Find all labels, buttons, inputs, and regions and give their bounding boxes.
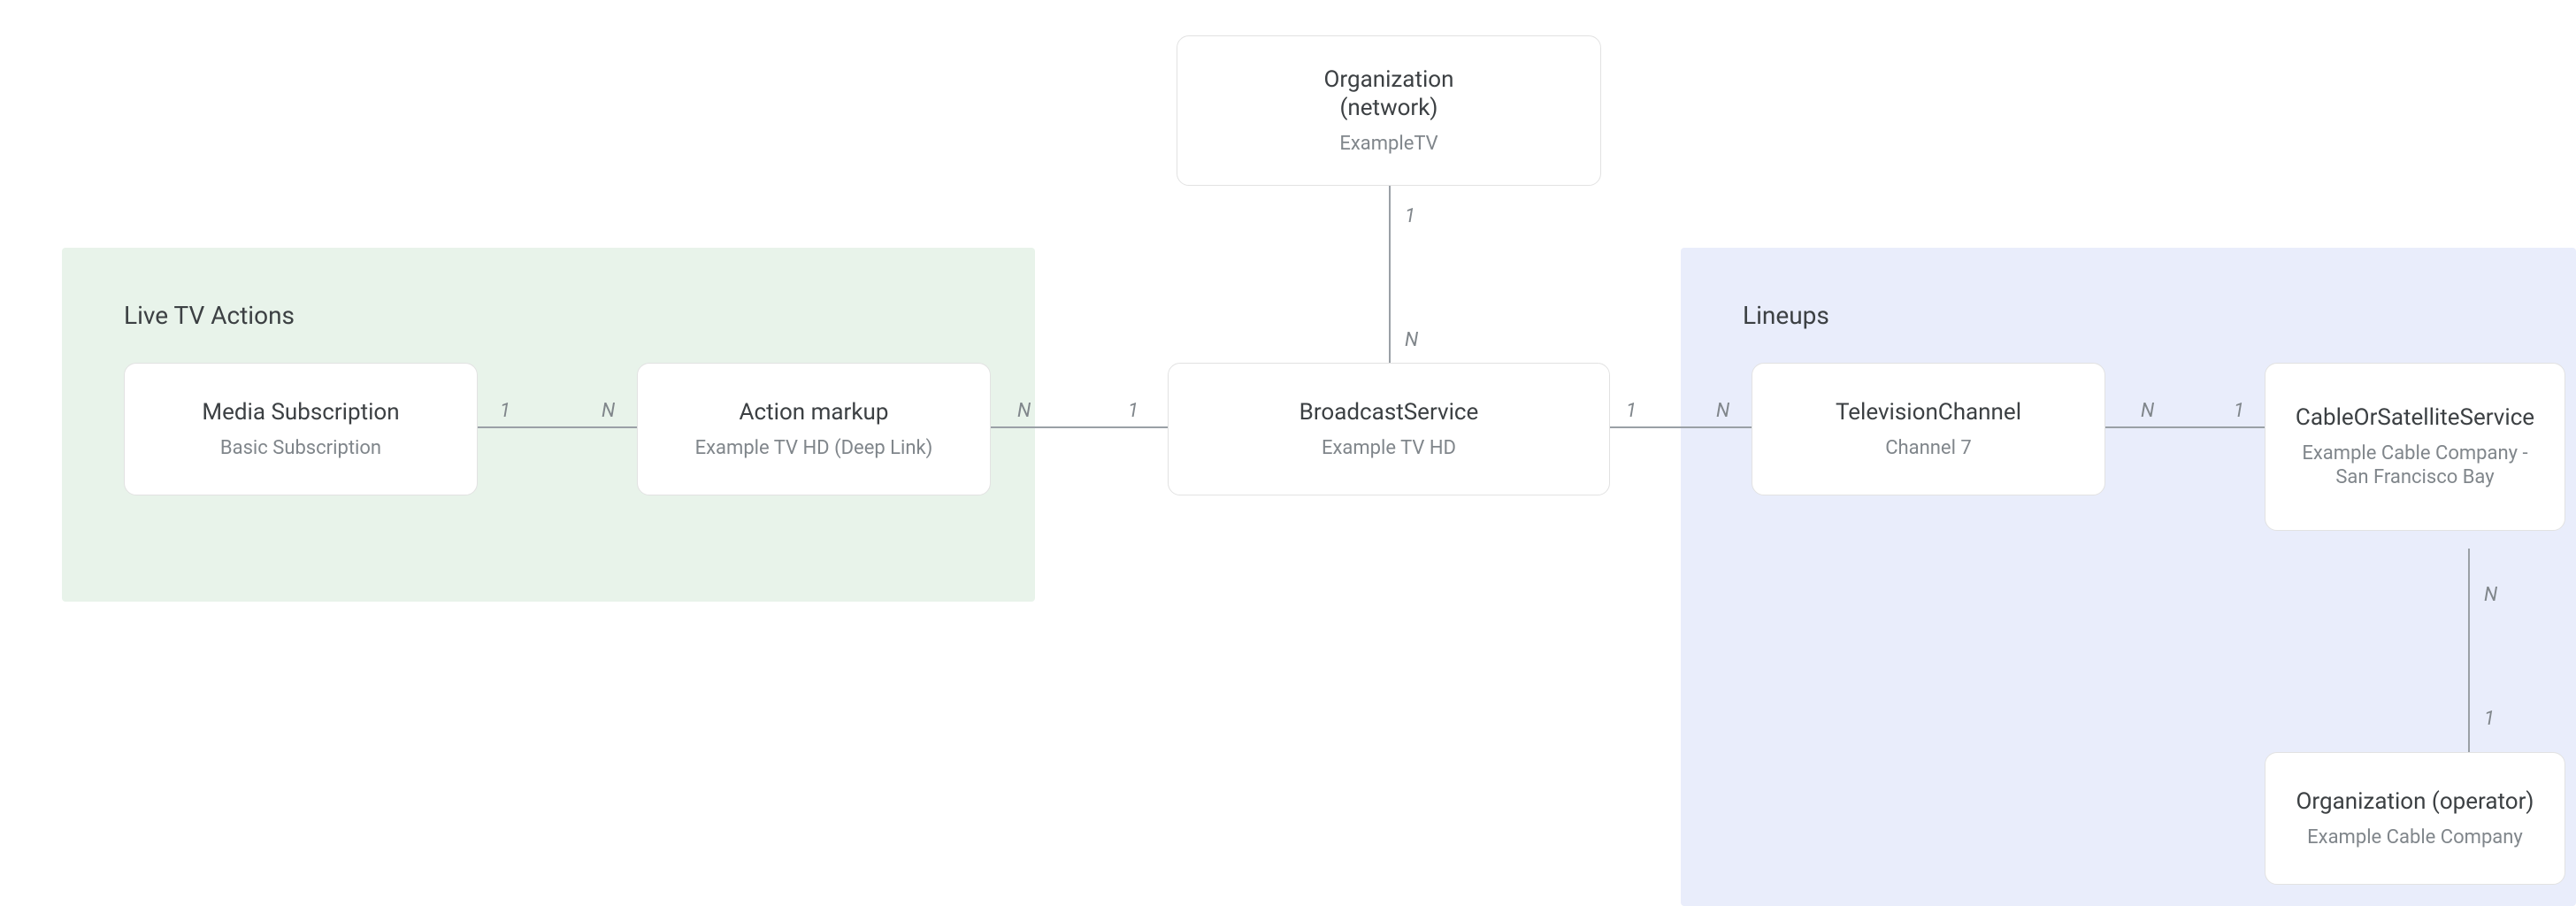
edge-mediasub-action [469, 426, 646, 428]
node-organization-network: Organization (network) ExampleTV [1177, 35, 1601, 186]
card-cable-left: 1 [2234, 400, 2244, 422]
node-sub: Example TV HD [1322, 436, 1456, 461]
node-title: BroadcastService [1300, 398, 1479, 427]
node-title: Organization (network) [1324, 65, 1454, 123]
node-title: TelevisionChannel [1836, 398, 2021, 427]
node-sub: Example Cable Company - San Francisco Ba… [2302, 441, 2527, 490]
node-sub: Channel 7 [1885, 436, 1972, 461]
card-tvchannel-right: N [2141, 400, 2154, 422]
region-title-live-tv-actions: Live TV Actions [124, 301, 295, 330]
node-title: Organization (operator) [2296, 787, 2534, 817]
node-media-subscription: Media Subscription Basic Subscription [124, 363, 478, 495]
node-television-channel: TelevisionChannel Channel 7 [1752, 363, 2105, 495]
node-title: Media Subscription [202, 398, 399, 427]
node-cable-or-satellite-service: CableOrSatelliteService Example Cable Co… [2265, 363, 2565, 531]
node-title: CableOrSatelliteService [2296, 403, 2534, 433]
region-title-lineups: Lineups [1743, 301, 1829, 330]
edge-action-broadcast [982, 426, 1194, 428]
node-sub: Example TV HD (Deep Link) [695, 436, 933, 461]
edge-tvchannel-cable [2105, 426, 2282, 428]
node-sub: Example Cable Company [2307, 825, 2523, 850]
card-orgoperator-top: 1 [2484, 708, 2495, 730]
node-action-markup: Action markup Example TV HD (Deep Link) [637, 363, 991, 495]
card-action-left: N [602, 400, 615, 422]
card-tvchannel-left: N [1716, 400, 1729, 422]
card-broadcast-top-side: N [1405, 329, 1418, 351]
card-broadcast-left: 1 [1128, 400, 1138, 422]
card-mediasub-right: 1 [500, 400, 510, 422]
edge-broadcast-tvchannel [1592, 426, 1769, 428]
node-title: Action markup [740, 398, 889, 427]
edge-cable-orgoperator [2468, 549, 2470, 752]
card-broadcast-right: 1 [1626, 400, 1637, 422]
card-action-right: N [1017, 400, 1031, 422]
node-sub: ExampleTV [1339, 132, 1438, 157]
node-organization-operator: Organization (operator) Example Cable Co… [2265, 752, 2565, 885]
card-orgnetwork-side: 1 [1405, 205, 1415, 227]
node-sub: Basic Subscription [220, 436, 381, 461]
card-cable-bottom: N [2484, 584, 2497, 606]
node-broadcast-service: BroadcastService Example TV HD [1168, 363, 1610, 495]
edge-orgnetwork-broadcast [1389, 177, 1391, 372]
